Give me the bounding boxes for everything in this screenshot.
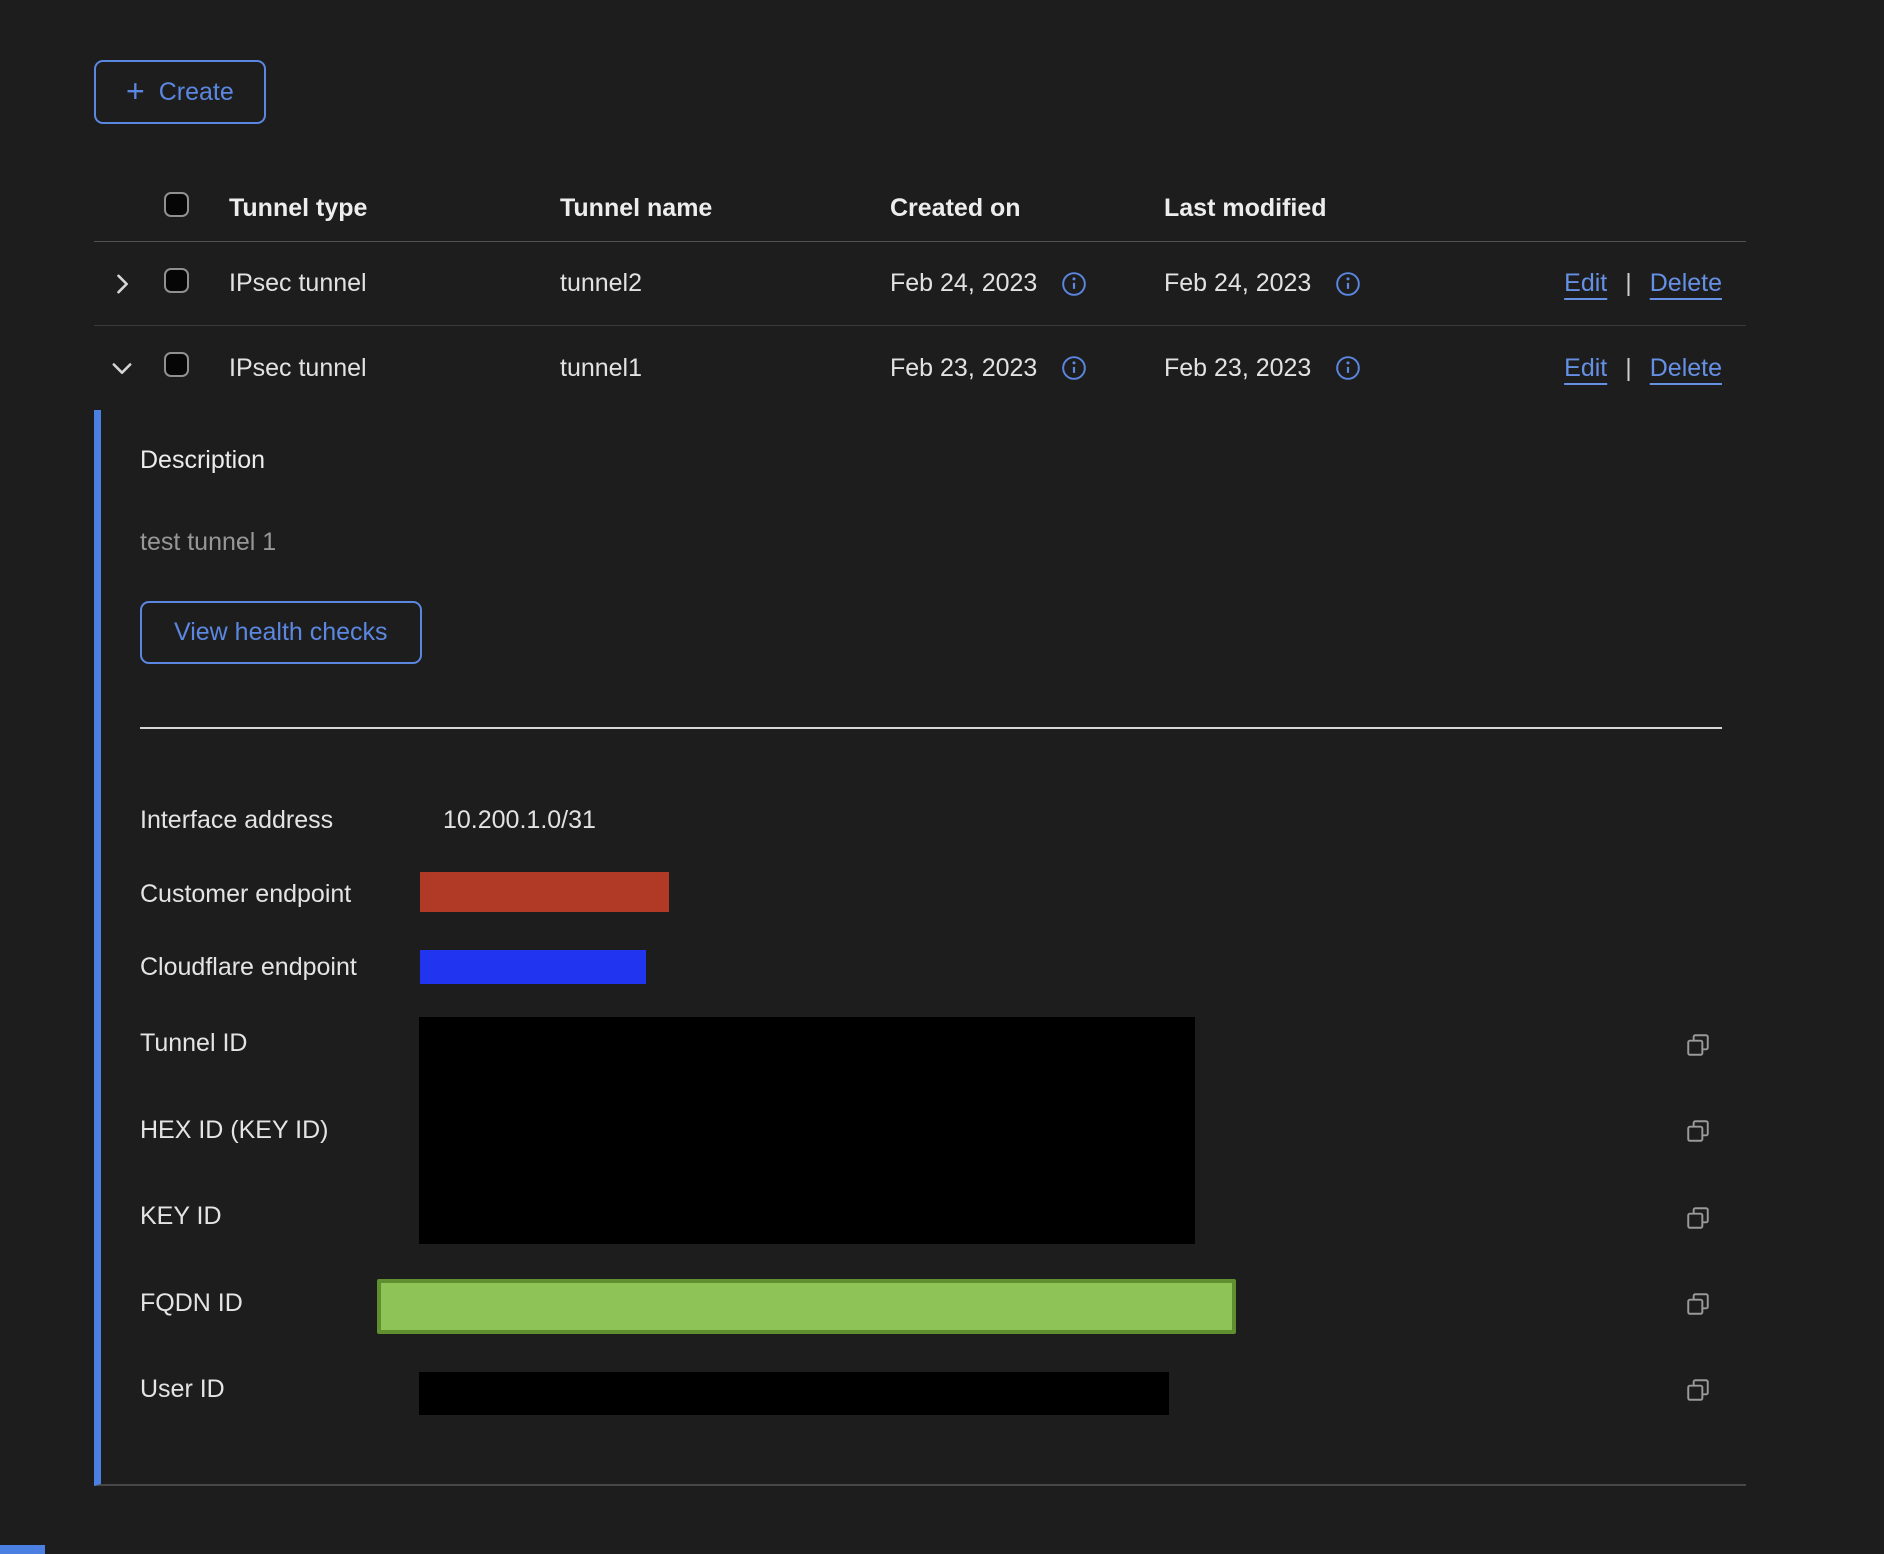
header-tunnel-name: Tunnel name [560, 194, 890, 223]
tunnel-name-value: tunnel2 [560, 269, 890, 298]
ids-redacted-value [419, 1017, 1195, 1244]
panel-divider [140, 727, 1722, 729]
description-value: test tunnel 1 [140, 528, 276, 557]
hex-id-label: HEX ID (KEY ID) [140, 1116, 328, 1145]
copy-fqdn-id-button[interactable] [1685, 1291, 1711, 1317]
created-on-value: Feb 23, 2023 [890, 354, 1037, 383]
last-modified-value: Feb 24, 2023 [1164, 269, 1311, 298]
chevron-right-icon [108, 270, 136, 298]
edit-link[interactable]: Edit [1564, 354, 1607, 383]
tunnels-table: Tunnel type Tunnel name Created on Last … [94, 175, 1746, 410]
user-id-label: User ID [140, 1375, 225, 1404]
row-checkbox[interactable] [164, 268, 189, 293]
create-button-label: Create [159, 78, 234, 107]
info-icon[interactable] [1061, 355, 1087, 381]
key-id-label: KEY ID [140, 1202, 222, 1231]
interface-address-value: 10.200.1.0/31 [443, 806, 596, 835]
interface-address-label: Interface address [140, 806, 333, 835]
action-separator: | [1625, 354, 1632, 383]
info-icon[interactable] [1335, 355, 1361, 381]
row-checkbox[interactable] [164, 352, 189, 377]
view-health-checks-button[interactable]: View health checks [140, 601, 422, 664]
copy-key-id-button[interactable] [1685, 1205, 1711, 1231]
delete-link[interactable]: Delete [1650, 354, 1722, 383]
edit-link[interactable]: Edit [1564, 269, 1607, 298]
copy-tunnel-id-button[interactable] [1685, 1032, 1711, 1058]
header-tunnel-type: Tunnel type [229, 194, 560, 223]
header-last-modified: Last modified [1164, 194, 1464, 223]
tunnel-detail-panel: Description test tunnel 1 View health ch… [94, 410, 1746, 1486]
copy-icon [1685, 1118, 1711, 1144]
copy-icon [1685, 1291, 1711, 1317]
info-icon[interactable] [1335, 271, 1361, 297]
horizontal-scrollbar-thumb[interactable] [0, 1545, 45, 1554]
table-row: IPsec tunnel tunnel1 Feb 23, 2023 Feb 23… [94, 326, 1746, 410]
header-created-on: Created on [890, 194, 1164, 223]
tunnel-type-value: IPsec tunnel [229, 269, 560, 298]
tunnels-page: + Create Tunnel type Tunnel name Created… [0, 0, 1884, 1554]
customer-endpoint-label: Customer endpoint [140, 880, 351, 909]
copy-icon [1685, 1032, 1711, 1058]
created-on-value: Feb 24, 2023 [890, 269, 1037, 298]
table-row: IPsec tunnel tunnel2 Feb 24, 2023 Feb 24… [94, 242, 1746, 326]
fqdn-id-label: FQDN ID [140, 1289, 243, 1318]
action-separator: | [1625, 269, 1632, 298]
tunnel-type-value: IPsec tunnel [229, 354, 560, 383]
cloudflare-endpoint-label: Cloudflare endpoint [140, 953, 357, 982]
tunnel-id-label: Tunnel ID [140, 1029, 247, 1058]
plus-icon: + [126, 75, 145, 107]
customer-endpoint-redacted-value [420, 872, 669, 912]
chevron-down-icon [108, 354, 136, 382]
collapse-row-button[interactable] [104, 350, 140, 386]
description-label: Description [140, 446, 265, 475]
user-id-redacted-value [419, 1372, 1169, 1415]
copy-icon [1685, 1377, 1711, 1403]
copy-user-id-button[interactable] [1685, 1377, 1711, 1403]
last-modified-value: Feb 23, 2023 [1164, 354, 1311, 383]
delete-link[interactable]: Delete [1650, 269, 1722, 298]
table-header-row: Tunnel type Tunnel name Created on Last … [94, 175, 1746, 242]
cloudflare-endpoint-redacted-value [420, 950, 646, 984]
info-icon[interactable] [1061, 271, 1087, 297]
expand-row-button[interactable] [104, 266, 140, 302]
copy-icon [1685, 1205, 1711, 1231]
select-all-checkbox[interactable] [164, 192, 189, 217]
copy-hex-id-button[interactable] [1685, 1118, 1711, 1144]
create-button[interactable]: + Create [94, 60, 266, 124]
tunnel-name-value: tunnel1 [560, 354, 890, 383]
fqdn-id-redacted-value [377, 1279, 1236, 1334]
